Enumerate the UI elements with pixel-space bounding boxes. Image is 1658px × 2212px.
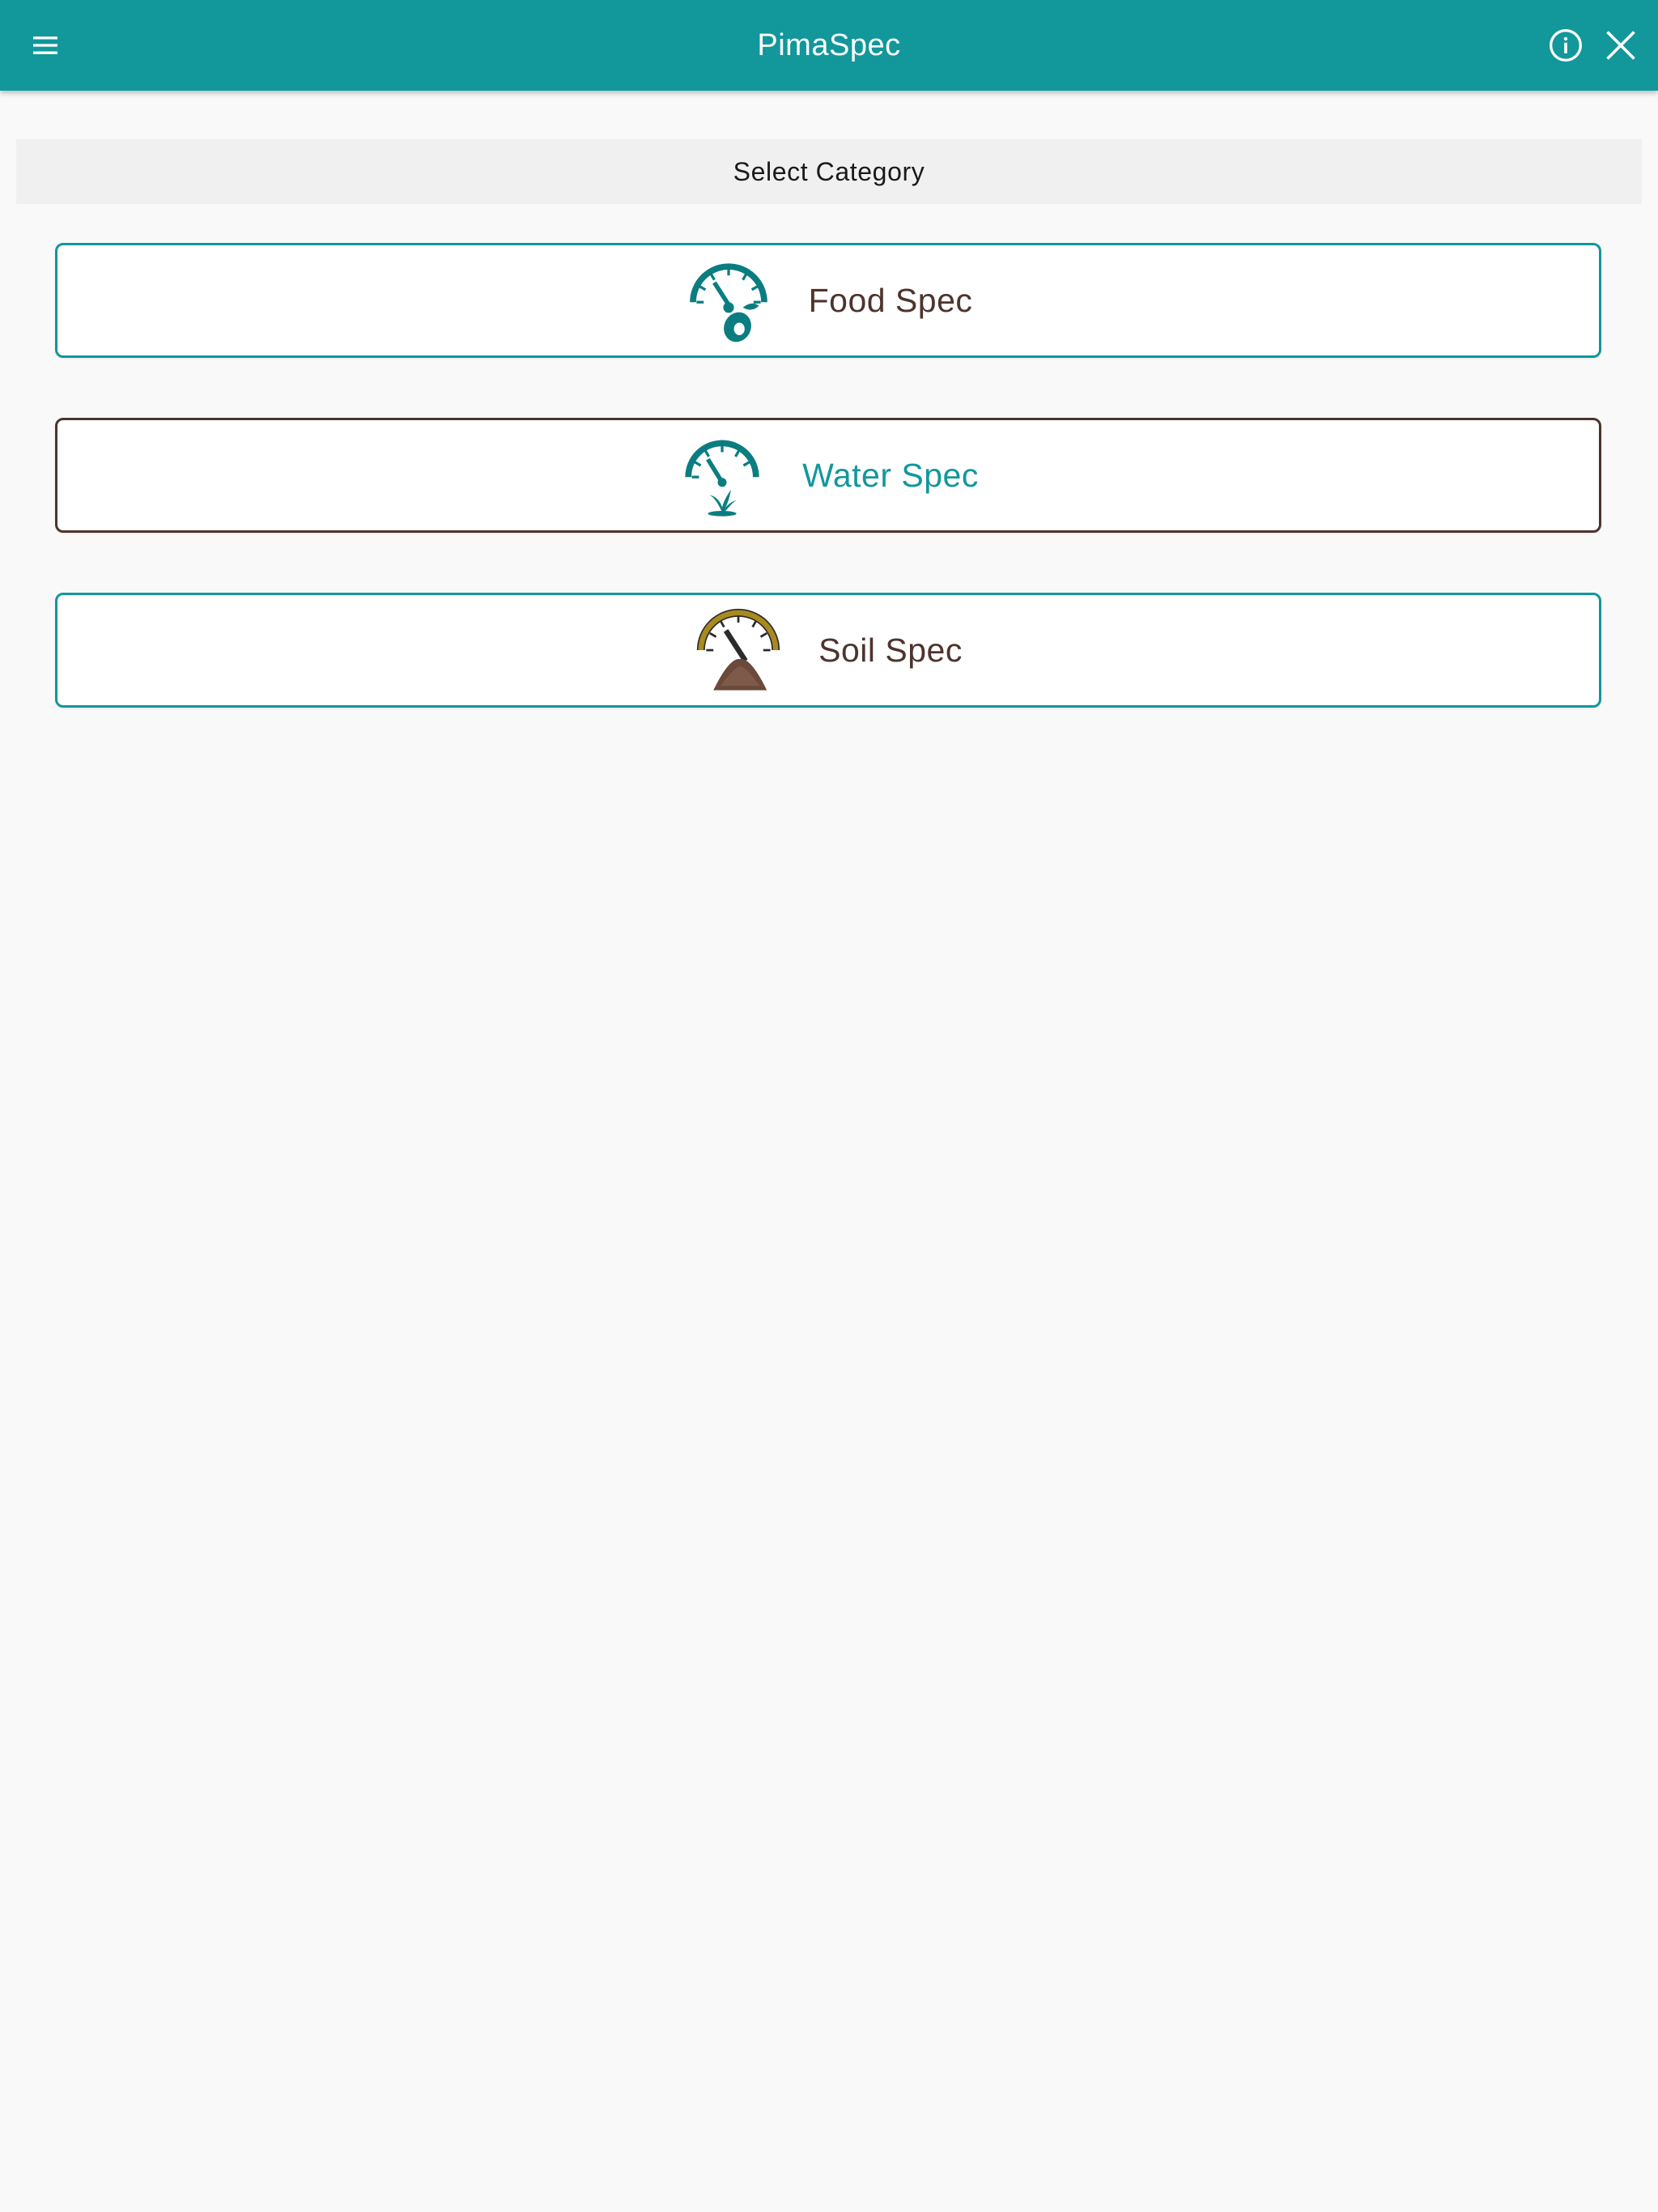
water-spec-button[interactable]: Water Spec xyxy=(55,418,1601,533)
hamburger-menu-icon xyxy=(33,36,57,54)
close-icon xyxy=(1606,31,1635,60)
soil-spec-label: Soil Spec xyxy=(818,631,963,669)
soil-gauge-icon xyxy=(694,606,783,695)
food-spec-label: Food Spec xyxy=(808,281,973,319)
food-gauge-icon xyxy=(684,256,773,345)
select-category-header: Select Category xyxy=(16,139,1642,204)
food-spec-button[interactable]: Food Spec xyxy=(55,243,1601,358)
water-gauge-icon xyxy=(678,431,767,520)
soil-spec-button[interactable]: Soil Spec xyxy=(55,593,1601,708)
water-spec-label: Water Spec xyxy=(802,456,979,494)
menu-button[interactable] xyxy=(23,23,68,68)
info-button[interactable] xyxy=(1543,23,1588,68)
app-bar: PimaSpec xyxy=(0,0,1658,91)
info-icon xyxy=(1550,29,1582,62)
close-button[interactable] xyxy=(1598,23,1643,68)
app-title: PimaSpec xyxy=(757,28,901,62)
